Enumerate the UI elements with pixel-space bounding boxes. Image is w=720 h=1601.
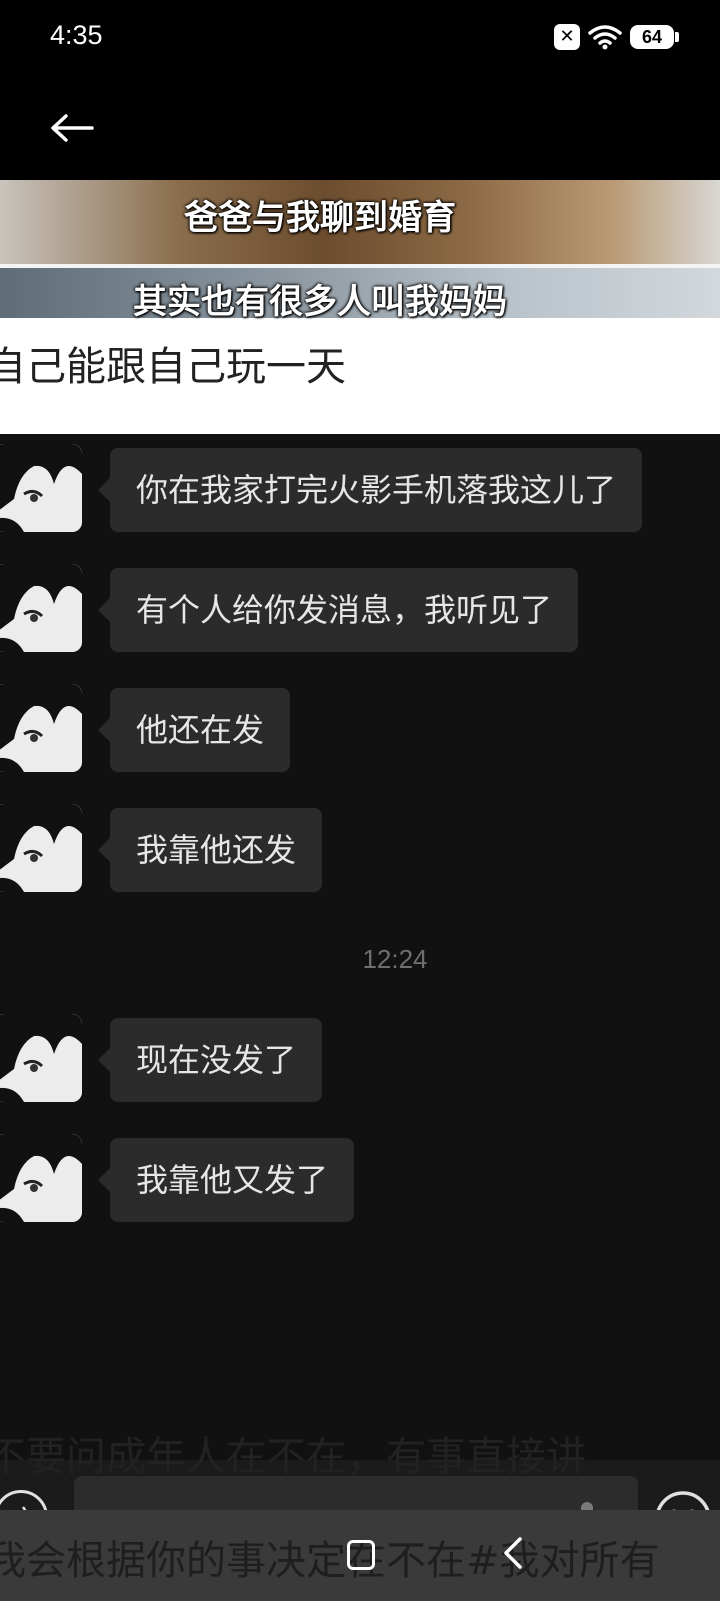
battery-icon: 64: [630, 25, 679, 49]
meme-caption-top: 爸爸与我聊到婚育: [184, 198, 456, 238]
back-button[interactable]: [44, 100, 100, 156]
chat-message-row: 我靠他还发: [0, 804, 720, 894]
post-text-line-3: 我会根据你的事决定在不在#我对所有: [0, 1538, 660, 1584]
chat-bubble: 我靠他还发: [97, 808, 323, 892]
post-text-line-2: 不要问成年人在不在，有事直接讲: [0, 1434, 586, 1480]
avatar: [0, 1134, 82, 1222]
chat-message-row: 你在我家打完火影手机落我这儿了: [0, 444, 720, 534]
status-bar: 4:35 ✕ 64: [0, 0, 720, 76]
meme-image-bottom: 其实也有很多人叫我妈妈: [0, 268, 720, 322]
chat-message-row: 他还在发: [0, 684, 720, 774]
status-time: 4:35: [50, 20, 103, 50]
post-content: 爸爸与我聊到婚育 其实也有很多人叫我妈妈 自己能跟自己玩一天 你在我家打完火影手…: [0, 180, 720, 1601]
chat-bubble: 他还在发: [97, 688, 291, 772]
chat-bubble: 你在我家打完火影手机落我这儿了: [97, 448, 643, 532]
arrow-left-icon: [51, 114, 94, 142]
wifi-icon: [588, 25, 622, 50]
chat-message-row: 有个人给你发消息，我听见了: [0, 564, 720, 654]
avatar: [0, 804, 82, 892]
chat-screenshot: 你在我家打完火影手机落我这儿了 有个人给你发消息，我听见了 他还在发 我靠他还发…: [0, 434, 720, 1596]
chat-message-row: 我靠他又发了: [0, 1134, 720, 1224]
home-icon[interactable]: [347, 1540, 375, 1570]
battery-level: 64: [641, 27, 663, 47]
bottom-text-strip: 我会根据你的事决定在不在#我对所有: [0, 1510, 720, 1601]
post-text-line-1: 自己能跟自己玩一天: [0, 344, 346, 390]
meme-image-top: 爸爸与我聊到婚育: [0, 180, 720, 264]
avatar: [0, 444, 82, 532]
avatar: [0, 1014, 82, 1102]
chat-bubble: 现在没发了: [97, 1018, 323, 1102]
chat-bubble: 我靠他又发了: [97, 1138, 355, 1222]
chat-message-row: 现在没发了: [0, 1014, 720, 1104]
back-chevron-icon[interactable]: [500, 1536, 528, 1570]
avatar: [0, 564, 82, 652]
status-icons: ✕ 64: [554, 24, 679, 50]
notification-x-icon: ✕: [554, 24, 580, 50]
chat-timestamp: 12:24: [362, 944, 428, 974]
avatar: [0, 684, 82, 772]
meme-caption-bottom: 其实也有很多人叫我妈妈: [133, 282, 507, 322]
top-nav-bar: [0, 76, 720, 180]
chat-bubble: 有个人给你发消息，我听见了: [97, 568, 579, 652]
